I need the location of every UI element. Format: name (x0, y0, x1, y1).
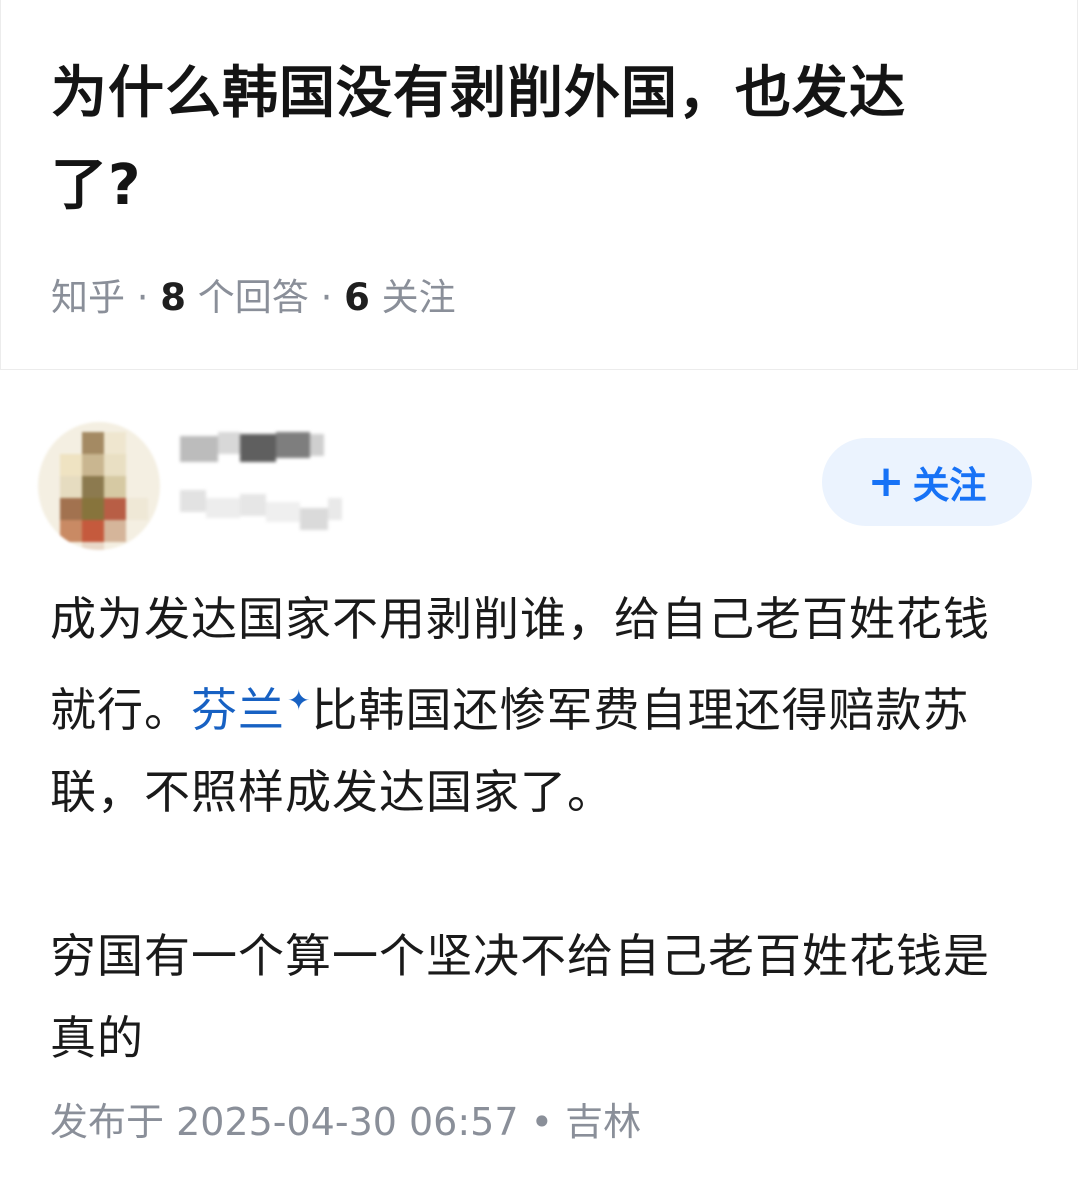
answer-count-label: 个回答 (186, 276, 309, 319)
meta-separator: · (125, 276, 161, 319)
answer-header: + 关注 (0, 410, 1080, 560)
plus-icon: + (867, 456, 905, 507)
finland-link-label: 芬兰 (191, 683, 285, 737)
question-title[interactable]: 为什么韩国没有剥削外国，也发达了? (51, 48, 981, 232)
question-meta: 知乎 · 8 个回答 · 6 关注 (51, 274, 456, 322)
footer-dot: • (518, 1100, 566, 1144)
question-card: 为什么韩国没有剥削外国，也发达了? 知乎 · 8 个回答 · 6 关注 (0, 0, 1078, 370)
meta-separator: · (308, 276, 345, 319)
source-label: 知乎 (51, 276, 125, 319)
author-info[interactable] (178, 428, 348, 538)
publish-time: 发布于 2025-04-30 06:57 (50, 1100, 519, 1144)
answer-paragraph: 穷国有一个算一个坚决不给自己老百姓花钱是真的 (50, 929, 990, 1065)
ip-location: 吉林 (565, 1100, 642, 1144)
follow-button[interactable]: + 关注 (822, 438, 1032, 526)
answer-paragraph: 成为发达国家不用剥削谁，给自己老百姓花钱就行。芬兰✦比韩国还惨军费自理还得赔款苏… (50, 578, 1030, 833)
finland-link[interactable]: 芬兰✦ (191, 683, 311, 737)
sparkle-icon: ✦ (287, 684, 312, 717)
follow-button-label: 关注 (912, 464, 987, 507)
answer-count: 8 (160, 276, 187, 319)
answer-content[interactable]: 成为发达国家不用剥削谁，给自己老百姓花钱就行。芬兰✦比韩国还惨军费自理还得赔款苏… (50, 578, 1030, 1079)
follow-count-label: 关注 (369, 276, 456, 319)
avatar-icon[interactable] (38, 422, 160, 550)
answer-footer: 发布于 2025-04-30 06:57 • 吉林 (50, 1096, 641, 1148)
follow-count: 6 (344, 276, 370, 319)
